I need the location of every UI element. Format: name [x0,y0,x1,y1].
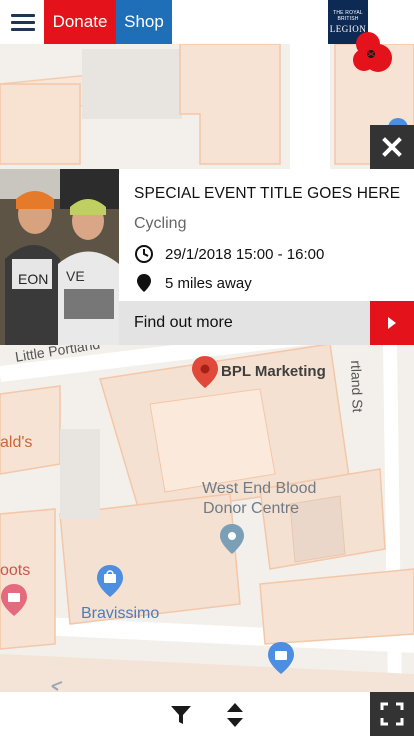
place-label-bravissimo[interactable]: Bravissimo [81,605,159,623]
svg-text:VE: VE [66,268,85,284]
donate-button[interactable]: Donate [44,0,116,44]
event-datetime: 29/1/2018 15:00 - 16:00 [165,245,325,263]
logo-small-text: THE ROYAL BRITISH [333,10,363,22]
chevron-right-icon [388,317,396,329]
event-card: EON VE SPECIAL EVENT TITLE GOES HERE Cyc… [0,169,414,345]
poppy-icon [353,32,392,72]
event-category: Cycling [134,215,187,232]
find-out-more-button[interactable]: Find out more [119,301,370,345]
fullscreen-icon [380,702,404,726]
event-details: SPECIAL EVENT TITLE GOES HERE Cycling 29… [119,169,414,301]
svg-text:EON: EON [18,271,48,287]
sort-icon[interactable] [224,702,246,728]
find-out-more-arrow-button[interactable] [370,301,414,345]
clock-icon [134,244,154,264]
filter-icon[interactable] [168,702,194,728]
place-label-alds[interactable]: ald's [0,434,32,452]
event-title[interactable]: SPECIAL EVENT TITLE GOES HERE [134,185,414,203]
fullscreen-button[interactable] [370,692,414,736]
place-label-west-end-line1[interactable]: West End Blood [202,480,316,498]
menu-icon[interactable] [6,7,40,37]
place-label-bpl-marketing[interactable]: BPL Marketing [221,363,326,380]
map-view[interactable]: Little Portland rtland St BPL Marketing … [0,44,414,692]
close-icon [382,137,402,157]
event-photo: EON VE [0,169,119,345]
event-distance-row: 5 miles away [134,273,414,293]
place-label-boots[interactable]: oots [0,562,30,580]
event-datetime-row: 29/1/2018 15:00 - 16:00 [134,244,414,264]
shop-button[interactable]: Shop [116,0,172,44]
event-distance: 5 miles away [165,274,252,292]
bottom-toolbar [0,692,414,736]
close-button[interactable] [370,125,414,169]
street-label-portland-st: rtland St [348,360,366,413]
map-pin-icon [134,273,154,293]
place-label-west-end-line2[interactable]: Donor Centre [203,500,299,518]
